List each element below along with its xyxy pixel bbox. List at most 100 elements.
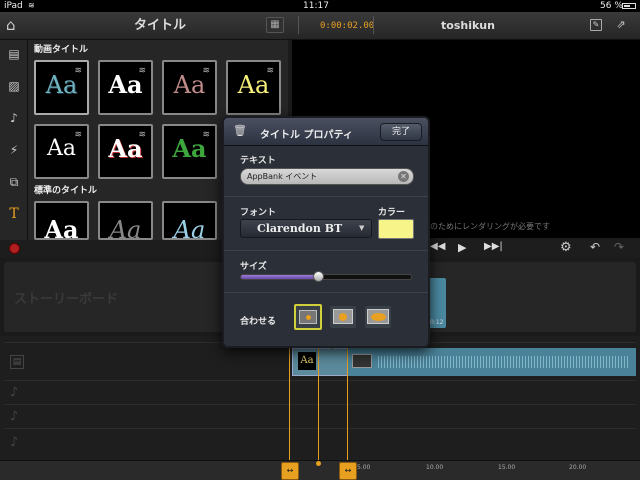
trim-handle-left[interactable]: ↔ [281, 462, 299, 480]
popover-header: 🗑 タイトル プロパティ 完了 [224, 118, 428, 146]
title-tile-label: Aa [173, 71, 206, 99]
trim-line-right [347, 342, 348, 460]
waveform [378, 356, 628, 368]
play-icon[interactable]: ▶ [458, 241, 466, 254]
size-slider-knob[interactable] [312, 271, 324, 282]
title-tile[interactable]: ≋Aa [226, 60, 281, 115]
done-button[interactable]: 完了 [380, 123, 422, 141]
storyboard-clip-time: 0:12 [430, 319, 444, 326]
panel-title: タイトル [134, 18, 187, 33]
edit-icon[interactable]: ✎ [590, 19, 602, 31]
title-tile-label: Aa [173, 216, 206, 240]
trash-icon[interactable]: 🗑 [233, 124, 247, 137]
title-tile[interactable]: ≋Aa [98, 124, 153, 179]
chevron-down-icon: ▼ [359, 224, 365, 232]
timecode: 0:00:02.00 [320, 21, 375, 31]
title-tile[interactable]: ≋Aa [162, 60, 217, 115]
effects-icon[interactable]: ⚡ [6, 142, 22, 158]
fit-option-wide[interactable] [365, 306, 391, 328]
time-ruler[interactable]: 5.00 10.00 15.00 20.00 ↔ ↔ [0, 460, 640, 480]
title-tile[interactable]: ≋Aa [34, 124, 89, 179]
transitions-icon[interactable]: ⧉ [6, 174, 22, 190]
status-bar: iPad ≋ 11:17 56 % [0, 0, 640, 12]
media-sidebar: ▤ ▨ ♪ ⚡ ⧉ T [0, 40, 28, 240]
video-library-icon[interactable]: ▤ [6, 46, 22, 62]
audio-track-3[interactable]: ♪ [4, 428, 636, 456]
size-label: サイズ [240, 262, 267, 272]
settings-gear-icon[interactable]: ⚙ [560, 240, 572, 255]
music-note-icon: ♪ [10, 435, 19, 450]
device-name: iPad [4, 1, 23, 11]
film-icon: ▤ [10, 355, 24, 369]
size-slider[interactable] [240, 271, 412, 282]
music-note-icon: ♪ [10, 385, 19, 400]
timeline: ▤ Aa ♪ ♪ ♪ [0, 336, 640, 460]
title-tile[interactable]: Aa [162, 201, 217, 240]
battery-icon [622, 3, 636, 9]
top-toolbar: ⌂ タイトル ▦ 0:00:02.00 toshikun ✎ ⇗ [0, 12, 640, 40]
project-name: toshikun [441, 19, 495, 32]
section-standard-titles: 標準のタイトル [34, 186, 98, 196]
audio-track-1[interactable]: ♪ [4, 380, 636, 404]
title-properties-popover: 🗑 タイトル プロパティ 完了 テキスト AppBank イベント ✕ フォント… [222, 116, 430, 348]
redo-icon[interactable]: ↷ [614, 240, 624, 254]
storyboard-label: ストーリーボード [14, 292, 119, 307]
title-tile-label: Aa [172, 134, 207, 163]
ruler-tick: 10.00 [426, 464, 444, 471]
audio-clip[interactable] [348, 348, 636, 376]
title-tile-label: Aa [108, 134, 143, 163]
color-swatch[interactable] [378, 219, 414, 239]
trim-line-left [289, 342, 290, 460]
title-text-field[interactable]: AppBank イベント ✕ [240, 168, 414, 185]
popover-title: タイトル プロパティ [260, 130, 353, 141]
titles-icon[interactable]: T [6, 206, 22, 222]
title-tile-label: Aa [46, 136, 76, 161]
title-tile-label: Aa [108, 70, 143, 99]
font-selector[interactable]: Clarendon BT ▼ [240, 219, 372, 238]
font-value: Clarendon BT [257, 222, 343, 235]
title-tile[interactable]: ≋Aa [162, 124, 217, 179]
rewind-icon[interactable]: ◀◀ [430, 241, 445, 252]
title-clip[interactable]: Aa [292, 348, 348, 376]
title-tile[interactable]: Aa [34, 201, 89, 240]
size-slider-fill [241, 275, 318, 279]
title-tile-label: Aa [237, 71, 270, 99]
photo-library-icon[interactable]: ▨ [6, 78, 22, 94]
home-icon[interactable]: ⌂ [6, 17, 22, 33]
clip-thumbnail [352, 354, 372, 368]
title-tile[interactable]: Aa [98, 201, 153, 240]
app-root: iPad ≋ 11:17 56 % ⌂ タイトル ▦ 0:00:02.00 to… [0, 0, 640, 480]
wifi-icon: ≋ [28, 1, 35, 10]
battery-percent: 56 % [600, 1, 623, 11]
status-time: 11:17 [303, 1, 329, 11]
render-message: ーのためにレンダリングが必要です [422, 222, 550, 231]
title-clip-thumb: Aa [298, 352, 316, 370]
clear-text-icon[interactable]: ✕ [398, 171, 409, 182]
storyboard-clip[interactable]: 0:12 [428, 278, 446, 328]
record-button[interactable] [9, 243, 20, 254]
fit-option-center[interactable] [330, 306, 356, 328]
title-text-value: AppBank イベント [247, 172, 318, 181]
color-label: カラー [378, 208, 406, 218]
title-tile[interactable]: ≋Aa [34, 60, 89, 115]
grid-view-icon[interactable]: ▦ [266, 17, 284, 33]
text-section-label: テキスト [240, 156, 276, 166]
skip-end-icon[interactable]: ▶▶| [484, 241, 503, 252]
playhead-line [318, 342, 319, 460]
title-tile-label: Aa [45, 71, 78, 99]
ruler-tick: 5.00 [357, 464, 371, 471]
share-icon[interactable]: ⇗ [614, 18, 628, 32]
title-tile-label: Aa [109, 216, 142, 240]
undo-icon[interactable]: ↶ [590, 240, 600, 254]
font-label: フォント [240, 208, 277, 218]
ruler-tick: 15.00 [498, 464, 516, 471]
music-note-icon: ♪ [10, 409, 19, 424]
section-motion-titles: 動画タイトル [34, 45, 89, 55]
trim-handle-right[interactable]: ↔ [339, 462, 357, 480]
title-tile[interactable]: ≋Aa [98, 60, 153, 115]
audio-track-2[interactable]: ♪ [4, 404, 636, 428]
title-tile-label: Aa [44, 215, 79, 240]
fit-option-center-small[interactable] [294, 304, 322, 330]
playhead-marker[interactable] [316, 461, 321, 466]
music-icon[interactable]: ♪ [6, 110, 22, 126]
